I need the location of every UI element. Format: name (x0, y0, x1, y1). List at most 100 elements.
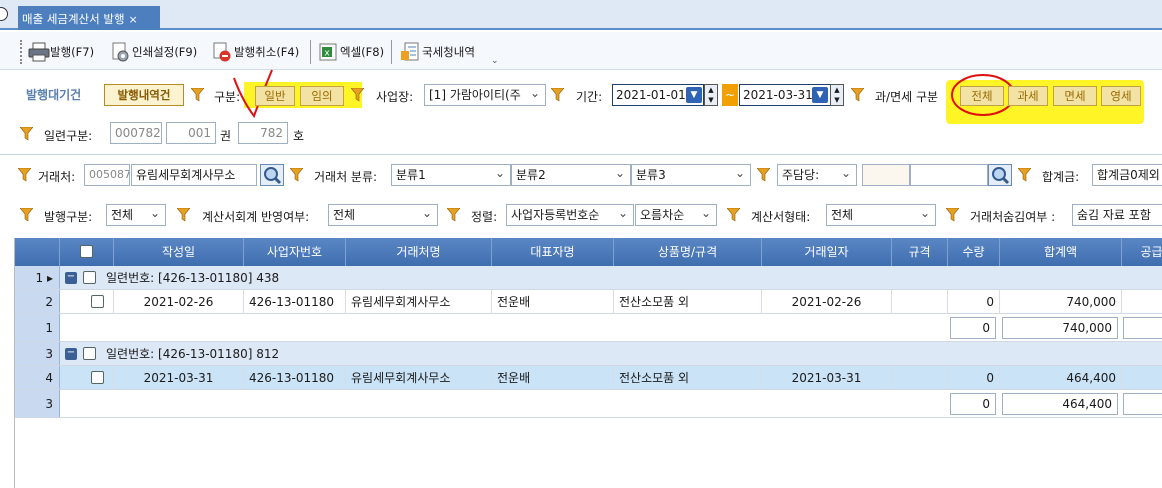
header-item-name[interactable]: 상품명/규격 (614, 238, 762, 266)
table-row[interactable]: 4 2021-03-31 426-13-01180 유림세무회계사무소 전운배 … (15, 366, 1162, 390)
group-checkbox[interactable] (83, 347, 96, 360)
total-value: 합계금0제외 (1097, 168, 1160, 182)
header-ceo-name[interactable]: 대표자명 (492, 238, 614, 266)
manager-name-input[interactable] (910, 164, 988, 186)
issue-history-button[interactable]: 발행내역건 (104, 84, 184, 106)
filter-icon[interactable] (946, 208, 959, 222)
nts-history-label: 국세청내역 (422, 45, 475, 59)
cancel-issue-icon (212, 42, 232, 62)
excel-button[interactable]: x 엑셀(F8) (318, 40, 384, 64)
excel-label: 엑셀(F8) (340, 45, 385, 59)
manager-search-button[interactable] (988, 164, 1012, 186)
class3-select[interactable]: 분류3 (631, 164, 751, 186)
calendar-dropdown-icon[interactable]: ▼ (686, 87, 702, 103)
group-checkbox[interactable] (83, 271, 96, 284)
type-general-button[interactable]: 일반 (255, 86, 295, 106)
header-trade-date[interactable]: 거래일자 (762, 238, 892, 266)
close-icon[interactable]: × (129, 13, 138, 26)
client-code-input[interactable]: 005087 (84, 164, 130, 186)
pending-period-label[interactable]: 발행대기건 (26, 86, 81, 103)
spec-cell (892, 290, 948, 314)
invoice-type-value: 전체 (831, 208, 854, 222)
group-label: 일련번호: [426-13-01180] 438 (106, 271, 280, 285)
collapse-icon[interactable]: − (65, 348, 77, 360)
class2-value: 분류2 (516, 168, 546, 182)
hide-client-select[interactable]: 숨김 자료 포함 (1072, 204, 1162, 226)
book-input[interactable]: 001 (166, 122, 216, 144)
filter-icon[interactable] (191, 88, 204, 102)
filter-icon[interactable] (757, 168, 770, 182)
group-row[interactable]: 3 − 일련번호: [426-13-01180] 812 (15, 342, 1162, 366)
filter-icon[interactable] (727, 208, 740, 222)
filter-icon[interactable] (290, 168, 303, 182)
print-settings-button[interactable]: 인쇄설정(F9) (110, 40, 197, 64)
number-input[interactable]: 782 (238, 122, 288, 144)
cancel-issue-button[interactable]: 발행취소(F4) (212, 40, 299, 64)
filter-icon[interactable] (447, 208, 460, 222)
header-spec[interactable]: 규격 (892, 238, 948, 266)
print-settings-label: 인쇄설정(F9) (132, 45, 198, 59)
client-name-input[interactable]: 유림세무회계사무소 (131, 164, 257, 186)
collapse-icon[interactable]: − (65, 272, 77, 284)
filter-icon[interactable] (20, 127, 33, 141)
biz-number-cell: 426-13-01180 (244, 366, 346, 390)
issue-type-select[interactable]: 전체 (106, 204, 166, 226)
subtotal-supply (1123, 393, 1162, 415)
header-client-name[interactable]: 거래처명 (346, 238, 492, 266)
select-all-checkbox[interactable] (80, 245, 93, 258)
type-arbitrary-button[interactable]: 임의 (300, 86, 344, 106)
accounting-label: 계산서회계 반영여부: (202, 210, 310, 224)
calendar-dropdown-icon[interactable]: ▼ (812, 87, 828, 103)
invoice-type-select[interactable]: 전체 (826, 204, 936, 226)
accounting-select[interactable]: 전체 (328, 204, 438, 226)
manager-select[interactable]: 주담당: (777, 164, 857, 186)
row-checkbox-cell[interactable] (60, 366, 114, 390)
row-checkbox-cell[interactable] (60, 290, 114, 314)
total-select[interactable]: 합계금0제외 (1092, 164, 1162, 186)
nts-history-button[interactable]: 국세청내역 (400, 40, 475, 64)
header-biz-number[interactable]: 사업자번호 (244, 238, 346, 266)
row-number: 3 (15, 342, 60, 365)
row-checkbox[interactable] (91, 295, 104, 308)
client-label: 거래처: (38, 170, 76, 184)
header-write-date[interactable]: 작성일 (114, 238, 244, 266)
filter-icon[interactable] (351, 88, 364, 102)
tab-title: 매출 세금계산서 발행 (22, 12, 125, 26)
business-label: 사업장: (376, 90, 414, 104)
client-name-value: 유림세무회계사무소 (136, 168, 236, 182)
table-row[interactable]: 2 2021-02-26 426-13-01180 유림세무회계사무소 전운배 … (15, 290, 1162, 314)
group-row[interactable]: 1 ▸ − 일련번호: [426-13-01180] 438 (15, 266, 1162, 290)
business-select[interactable]: [1] 가람아이티(주 (424, 84, 546, 106)
header-supply[interactable]: 공급 (1122, 238, 1162, 266)
filter-icon[interactable] (177, 208, 190, 222)
serial-input[interactable]: 000782 (110, 122, 162, 144)
row-number: 3 (15, 390, 60, 417)
issue-button[interactable]: 발행(F7) (28, 40, 94, 64)
header-quantity[interactable]: 수량 (948, 238, 1000, 266)
tab-sales-invoice[interactable]: 매출 세금계산서 발행 × (18, 6, 160, 30)
row-number: 4 (15, 366, 60, 389)
date-spinner[interactable]: ▲ ▼ (704, 84, 718, 106)
row-checkbox[interactable] (91, 371, 104, 384)
tax-all-button[interactable]: 전체 (960, 86, 1004, 106)
toolbar-grip (20, 40, 22, 64)
search-icon (992, 167, 1010, 185)
class2-select[interactable]: 분류2 (511, 164, 631, 186)
sort-select[interactable]: 사업자등록번호순 (506, 204, 634, 226)
manager-code-input[interactable] (862, 164, 910, 186)
header-select-all[interactable] (60, 238, 114, 266)
header-total[interactable]: 합계액 (1000, 238, 1122, 266)
filter-icon[interactable] (1018, 168, 1031, 182)
tax-taxable-button[interactable]: 과세 (1008, 86, 1048, 106)
order-select[interactable]: 오름차순 (635, 204, 717, 226)
toolbar-overflow-icon[interactable]: ⌄ (491, 56, 499, 66)
filter-icon[interactable] (20, 208, 33, 222)
tax-zero-button[interactable]: 영세 (1101, 86, 1141, 106)
filter-icon[interactable] (18, 168, 31, 182)
filter-icon[interactable] (551, 88, 564, 102)
class1-select[interactable]: 분류1 (391, 164, 511, 186)
filter-icon[interactable] (851, 88, 864, 102)
date-spinner[interactable]: ▲ ▼ (830, 84, 844, 106)
tax-exempt-button[interactable]: 면세 (1053, 86, 1097, 106)
client-search-button[interactable] (260, 164, 284, 186)
